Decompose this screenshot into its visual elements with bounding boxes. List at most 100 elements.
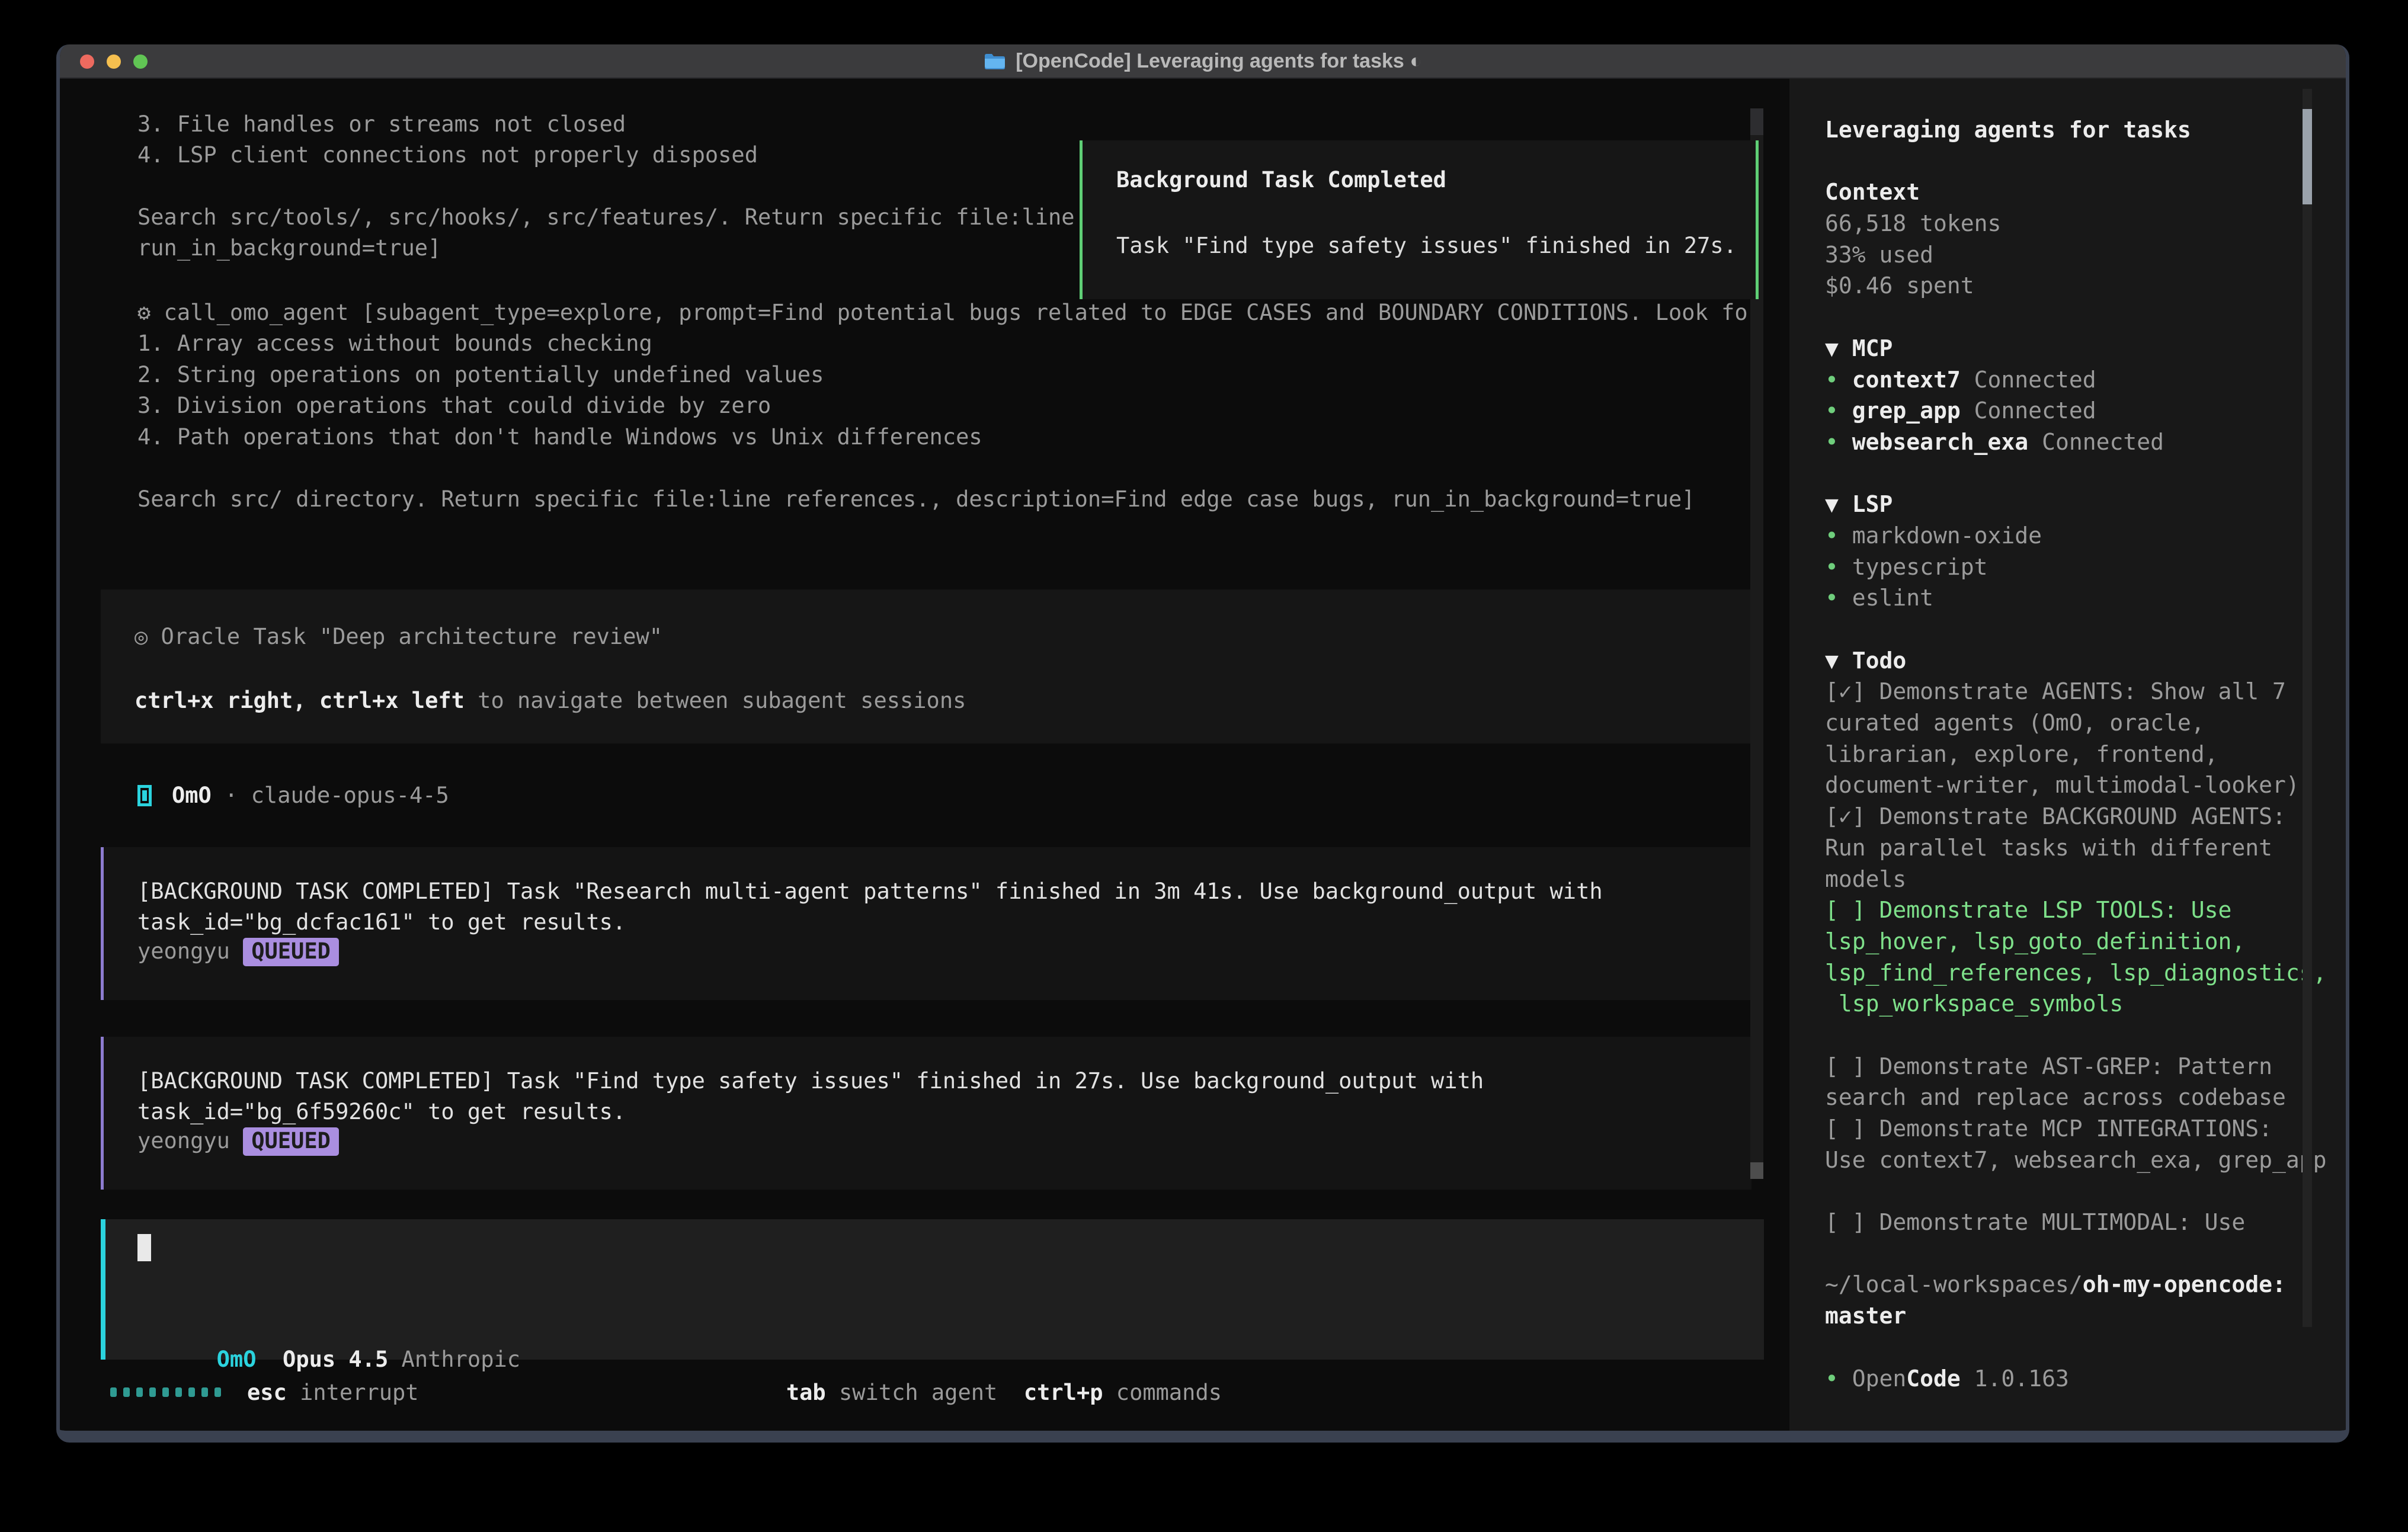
sidebar-row: • eslint [1825,582,2349,614]
text-segment: [ ] Demonstrate MULTIMODAL: Use [1825,1209,2245,1235]
close-button[interactable] [80,55,94,69]
sidebar-gap [1825,1332,2349,1363]
text-segment: ▼ LSP [1825,491,1893,517]
chat-line: Search src/tools/, src/hooks/, src/featu… [137,202,1075,233]
sidebar-gap [1825,1238,2349,1270]
status-left: esc interrupt [110,1377,419,1408]
text-segment: search and replace across codebase [1825,1084,2286,1110]
sidebar-row: • context7 Connected [1825,364,2349,396]
text-segment: [ ] Demonstrate AST-GREP: Pattern [1825,1053,2272,1079]
minimize-button[interactable] [107,55,121,69]
text-segment: 1.0.163 [1961,1366,2069,1392]
text-segment: document-writer, multimodal-looker) [1825,772,2300,798]
task-message-line: yeongyu QUEUED [137,936,339,967]
text-segment: ⚙ call_omo_agent [subagent_type=explore,… [137,300,1761,325]
prompt-input[interactable]: OmO Opus 4.5 Anthropic [101,1219,1764,1360]
text-segment: 3. File handles or streams not closed [137,111,626,137]
agent-model: · claude-opus-4-5 [212,780,449,811]
text-segment: • [1825,523,1852,549]
status-bar: esc interrupt tab switch agent ctrl+p co… [60,1377,1789,1408]
tab-key-hint: tab [786,1380,826,1405]
status-badge: QUEUED [243,1127,339,1156]
spinner-dot [123,1387,130,1397]
sidebar-scrollbar[interactable] [2303,89,2312,1327]
sidebar-row: librarian, explore, frontend, [1825,739,2349,770]
sidebar-row: models [1825,864,2349,895]
input-provider-label: Anthropic [402,1347,520,1372]
sidebar-row: Use context7, websearch_exa, grep_app [1825,1145,2349,1176]
text-segment: grep_app [1852,398,1961,424]
spinner-dot [110,1387,117,1397]
background-task-notification: Background Task Completed Task "Find typ… [1080,140,1759,299]
text-segment: • [1825,398,1852,424]
esc-action-label: interrupt [287,1380,419,1405]
text-segment: $0.46 spent [1825,273,1974,299]
text-segment: [✓] Demonstrate AGENTS: Show all 7 [1825,678,2286,704]
task-message-line: [BACKGROUND TASK COMPLETED] Task "Resear… [137,876,1603,907]
sidebar-gap [1825,614,2349,645]
spinner-dot [175,1387,182,1397]
spinner-dot [162,1387,169,1397]
sidebar-row: ▼ LSP [1825,489,2349,520]
sidebar-gap [1825,302,2349,333]
notification-title: Background Task Completed [1116,165,1446,195]
text-segment: run_in_background=true] [137,235,441,261]
chat-line: ⚙ call_omo_agent [subagent_type=explore,… [137,297,1761,328]
text-segment: lsp_hover, lsp_goto_definition, [1825,928,2245,954]
text-segment: task_id="bg_dcfac161" to get results. [137,909,626,935]
chat-line: Search src/ directory. Return specific f… [137,484,1695,515]
chat-scrollbar-thumb-top[interactable] [1750,108,1763,135]
text-segment: Context [1825,179,1920,205]
text-segment: 4. Path operations that don't handle Win… [137,424,982,450]
omo-agent-icon [137,785,152,806]
text-segment: yeongyu [137,938,243,964]
text-segment: models [1825,866,1906,892]
input-model-label: Opus 4.5 [283,1347,388,1372]
sidebar-gap [1825,1020,2349,1051]
sidebar-row: Leveraging agents for tasks [1825,114,2349,146]
text-segment: Use context7, websearch_exa, grep_app [1825,1147,2326,1173]
text-segment: Open [1852,1366,1907,1392]
chat-scrollbar-thumb-bottom[interactable] [1750,1162,1763,1179]
task-message-line: task_id="bg_6f59260c" to get results. [137,1097,626,1127]
sidebar-row: [✓] Demonstrate AGENTS: Show all 7 [1825,676,2349,707]
oracle-task-card: ◎ Oracle Task "Deep architecture review"… [101,589,1751,743]
text-segment: • [1825,367,1852,393]
text-segment: yeongyu [137,1128,243,1153]
text-segment: 1. Array access without bounds checking [137,331,652,356]
text-segment: master [1825,1303,1906,1329]
task-message-line: [BACKGROUND TASK COMPLETED] Task "Find t… [137,1066,1484,1097]
sidebar-row: [ ] Demonstrate MULTIMODAL: Use [1825,1207,2349,1238]
text-segment: Connected [2028,429,2164,455]
text-segment: oh-my-opencode: [2083,1271,2286,1297]
task-message-line: task_id="bg_dcfac161" to get results. [137,907,626,938]
sidebar-row: lsp_hover, lsp_goto_definition, [1825,926,2349,957]
terminal-window: [OpenCode] Leveraging agents for tasks ◐… [56,44,2349,1443]
sidebar-row: [ ] Demonstrate MCP INTEGRATIONS: [1825,1113,2349,1145]
sidebar-row: ▼ Todo [1825,645,2349,677]
sidebar-row: master [1825,1300,2349,1332]
text-segment: ~/local-workspaces/ [1825,1271,2083,1297]
sidebar-row: Context [1825,177,2349,208]
spinner-dot [149,1387,156,1397]
tab-action-label: switch agent [826,1380,998,1405]
text-segment: context7 [1852,367,1961,393]
text-segment: curated agents (OmO, oracle, [1825,710,2205,736]
chat-line: 4. LSP client connections not properly d… [137,140,758,171]
sidebar-row: 66,518 tokens [1825,208,2349,239]
sidebar-row: • markdown-oxide [1825,520,2349,552]
sidebar-row: [ ] Demonstrate LSP TOOLS: Use [1825,895,2349,926]
text-segment: ctrl+x right, ctrl+x left [135,688,465,713]
sidebar-gap [1825,1175,2349,1207]
text-segment: 4. LSP client connections not properly d… [137,142,758,168]
text-segment: 3. Division operations that could divide… [137,393,771,418]
sidebar-scrollbar-thumb[interactable] [2303,109,2312,204]
background-task-message: [BACKGROUND TASK COMPLETED] Task "Find t… [101,1037,1751,1190]
notification-body: Task "Find type safety issues" finished … [1116,230,1737,261]
text-segment: ▼ Todo [1825,648,1906,674]
text-segment: • [1825,554,1852,580]
esc-key-hint: esc [247,1380,287,1405]
ctrlp-action-label: commands [1103,1380,1222,1405]
text-segment: typescript [1852,554,1988,580]
text-segment: eslint [1852,585,1933,611]
